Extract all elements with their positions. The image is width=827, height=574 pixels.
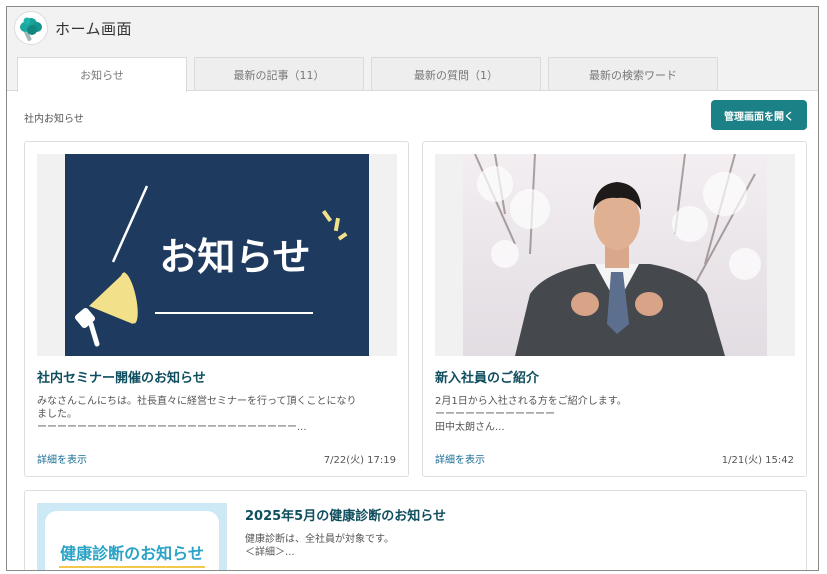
excerpt-line: 健康診断は、全社員が対象です。 [245, 534, 394, 545]
card-excerpt: 健康診断は、全社員が対象です。 ＜詳細＞... [245, 533, 785, 559]
page-title: ホーム画面 [55, 20, 133, 38]
excerpt-line: ました。 [37, 409, 77, 420]
tab-latest-search-words[interactable]: 最新の検索ワード [548, 57, 718, 91]
card-image [435, 153, 795, 356]
excerpt-line: 2月1日から入社される方をご紹介します。 [435, 396, 627, 407]
app-logo[interactable] [14, 11, 48, 45]
tab-latest-questions[interactable]: 最新の質問（1） [371, 57, 541, 91]
notice-card-seminar[interactable]: お知らせ 社内セミナー開催のお知らせ みなさんこんにちは。社長直々に経営セミナー… [24, 141, 409, 477]
show-details-link[interactable]: 詳細を表示 [37, 451, 87, 466]
card-excerpt: みなさんこんにちは。社長直々に経営セミナーを行って頂くことになり ました。 ーー… [37, 395, 397, 434]
tab-latest-articles[interactable]: 最新の記事（11） [194, 57, 364, 91]
health-banner-text: 健康診断のお知らせ [60, 544, 204, 563]
notice-banner-image: お知らせ [65, 154, 369, 356]
header: ホーム画面 お知らせ 最新の記事（11） 最新の質問（1） 最新の検索ワード お… [7, 7, 818, 92]
employee-photo-image [463, 153, 767, 356]
card-image: お知らせ [37, 154, 397, 356]
card-date: 7/22(火) 17:19 [323, 455, 396, 466]
health-banner-image: 健康診断のお知らせ [37, 503, 227, 570]
excerpt-line: ーーーーーーーーーーーーーーーーーーーーーーーーーー... [37, 422, 307, 433]
open-admin-button[interactable]: 管理画面を開く [711, 100, 807, 130]
banner-text: お知らせ [159, 235, 310, 279]
excerpt-line: みなさんこんにちは。社長直々に経営セミナーを行って頂くことになり [37, 396, 357, 407]
excerpt-line: ＜詳細＞... [245, 547, 295, 558]
excerpt-line: 田中太朗さん... [435, 422, 505, 433]
card-title[interactable]: 社内セミナー開催のお知らせ [37, 367, 206, 386]
notice-card-new-employee[interactable]: 新入社員のご紹介 2月1日から入社される方をご紹介します。 ーーーーーーーーーー… [422, 141, 807, 477]
card-title[interactable]: 新入社員のご紹介 [435, 367, 539, 386]
show-details-link[interactable]: 詳細を表示 [435, 451, 485, 466]
card-date: 1/21(火) 15:42 [721, 455, 794, 466]
notice-card-health-check[interactable]: 健康診断のお知らせ 2025年5月の健康診断のお知らせ 健康診断は、全社員が対象… [24, 490, 807, 570]
app-window: ホーム画面 お知らせ 最新の記事（11） 最新の質問（1） 最新の検索ワード お… [6, 6, 819, 571]
tab-notices-active[interactable]: お知らせ [17, 57, 187, 92]
card-image: 健康診断のお知らせ [37, 503, 227, 570]
section-label: 社内お知らせ [24, 114, 84, 125]
excerpt-line: ーーーーーーーーーーーー [435, 409, 555, 420]
card-title[interactable]: 2025年5月の健康診断のお知らせ [245, 505, 446, 524]
card-excerpt: 2月1日から入社される方をご紹介します。 ーーーーーーーーーーーー 田中太朗さん… [435, 395, 795, 434]
tree-logo-icon [20, 17, 42, 42]
